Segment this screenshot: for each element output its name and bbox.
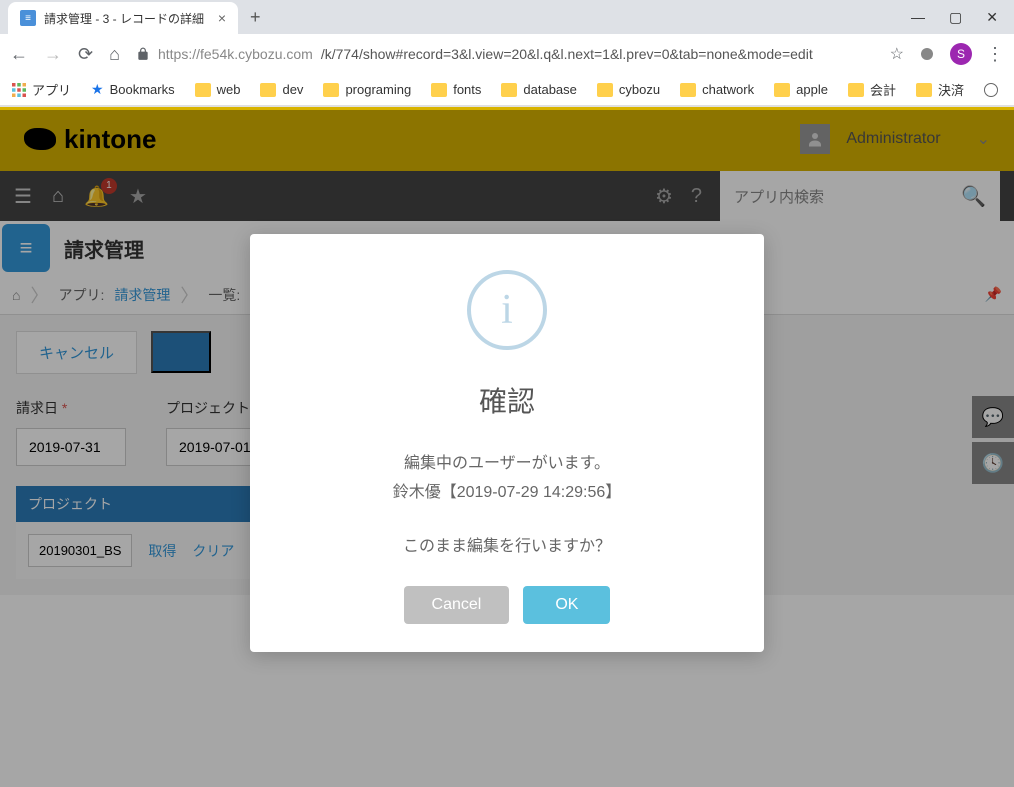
bookmark-label: dev [282, 82, 303, 97]
confirm-modal: i 確認 編集中のユーザーがいます。 鈴木優【2019-07-29 14:29:… [250, 234, 764, 652]
bookmark-label: 会計 [870, 80, 896, 99]
folder-icon [916, 83, 932, 97]
url-path: /k/774/show#record=3&l.view=20&l.q&l.nex… [321, 46, 813, 62]
bookmark-other[interactable] [984, 83, 998, 97]
modal-overlay: i 確認 編集中のユーザーがいます。 鈴木優【2019-07-29 14:29:… [0, 110, 1014, 787]
bookmark-folder[interactable]: programing [323, 82, 411, 97]
bookmark-folder[interactable]: chatwork [680, 82, 754, 97]
folder-icon [848, 83, 864, 97]
folder-icon [323, 83, 339, 97]
forward-button[interactable]: → [44, 44, 62, 65]
modal-body: 編集中のユーザーがいます。 鈴木優【2019-07-29 14:29:56】 [280, 450, 734, 508]
lock-icon [136, 47, 150, 61]
menu-dots-icon[interactable]: ⋮ [986, 44, 1004, 65]
bookmark-folder[interactable]: dev [260, 82, 303, 97]
apps-button[interactable]: アプリ [12, 80, 71, 99]
browser-toolbar: ← → ⟳ ⌂ https://fe54k.cybozu.com/k/774/s… [0, 34, 1014, 74]
apps-label: アプリ [32, 80, 71, 99]
url-host: https://fe54k.cybozu.com [158, 46, 313, 62]
reload-button[interactable]: ⟳ [78, 44, 93, 65]
star-icon: ★ [91, 81, 104, 98]
window-controls: — ▢ ✕ [911, 9, 1014, 26]
maximize-button[interactable]: ▢ [949, 9, 962, 26]
modal-cancel-button[interactable]: Cancel [404, 586, 510, 624]
folder-icon [597, 83, 613, 97]
browser-chrome: ≡ 請求管理 - 3 - レコードの詳細 × + — ▢ ✕ ← → ⟳ ⌂ h… [0, 0, 1014, 107]
toolbar-right: ☆ S ⋮ [890, 43, 1004, 65]
bookmark-label: chatwork [702, 82, 754, 97]
titlebar: ≡ 請求管理 - 3 - レコードの詳細 × + — ▢ ✕ [0, 0, 1014, 34]
modal-buttons: Cancel OK [280, 586, 734, 624]
bookmark-label: apple [796, 82, 828, 97]
bookmark-folder[interactable]: apple [774, 82, 828, 97]
profile-icon[interactable]: S [950, 43, 972, 65]
folder-icon [260, 83, 276, 97]
bookmark-folder[interactable]: 決済 [916, 80, 964, 99]
close-button[interactable]: ✕ [986, 9, 998, 26]
bookmark-label: programing [345, 82, 411, 97]
folder-icon [774, 83, 790, 97]
minimize-button[interactable]: — [911, 9, 925, 26]
bookmark-label: database [523, 82, 577, 97]
home-button[interactable]: ⌂ [109, 44, 120, 65]
folder-icon [680, 83, 696, 97]
modal-line2: 鈴木優【2019-07-29 14:29:56】 [280, 479, 734, 508]
apps-grid-icon [12, 83, 26, 97]
modal-title: 確認 [280, 380, 734, 420]
bookmarks-bar: アプリ ★Bookmarks web dev programing fonts … [0, 74, 1014, 106]
modal-line3: このまま編集を行いますか？ [280, 532, 734, 556]
bookmark-folder[interactable]: 会計 [848, 80, 896, 99]
address-bar[interactable]: https://fe54k.cybozu.com/k/774/show#reco… [136, 46, 874, 62]
new-tab-button[interactable]: + [250, 7, 261, 28]
bookmark-label: Bookmarks [110, 82, 175, 97]
bookmark-main[interactable]: ★ Bookmarks [91, 81, 175, 98]
globe-icon [984, 83, 998, 97]
folder-icon [501, 83, 517, 97]
bookmark-star-icon[interactable]: ☆ [890, 44, 904, 64]
browser-tab[interactable]: ≡ 請求管理 - 3 - レコードの詳細 × [8, 2, 238, 34]
back-button[interactable]: ← [10, 44, 28, 65]
folder-icon [195, 83, 211, 97]
bookmark-folder[interactable]: cybozu [597, 82, 660, 97]
folder-icon [431, 83, 447, 97]
tab-close-icon[interactable]: × [218, 10, 226, 26]
modal-line1: 編集中のユーザーがいます。 [280, 450, 734, 479]
bookmark-folder[interactable]: database [501, 82, 577, 97]
bookmark-label: cybozu [619, 82, 660, 97]
bookmark-label: 決済 [938, 80, 964, 99]
tab-favicon: ≡ [20, 10, 36, 26]
bookmark-label: fonts [453, 82, 481, 97]
info-icon: i [467, 270, 547, 350]
bookmark-folder[interactable]: web [195, 82, 241, 97]
modal-ok-button[interactable]: OK [523, 586, 610, 624]
bookmark-label: web [217, 82, 241, 97]
bookmark-folder[interactable]: fonts [431, 82, 481, 97]
extension-icon[interactable] [918, 45, 936, 63]
tab-title: 請求管理 - 3 - レコードの詳細 [44, 10, 204, 27]
